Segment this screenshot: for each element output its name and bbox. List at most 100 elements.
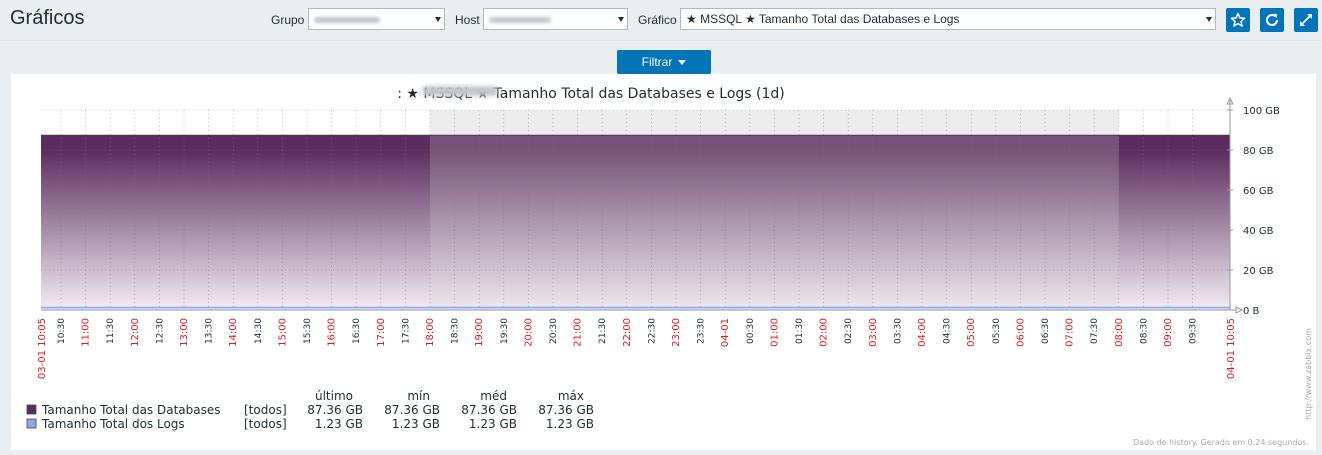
x-tick-label: 13:30	[205, 318, 215, 344]
fullscreen-button[interactable]	[1294, 8, 1318, 32]
graph-label: Gráfico	[638, 13, 677, 27]
legend-series-name: Tamanho Total dos Logs	[41, 417, 185, 431]
legend-value: 87.36 GB	[307, 403, 363, 417]
x-tick-label: 14:30	[254, 318, 264, 344]
side-text: http://www.zabbix.com	[1304, 328, 1313, 420]
x-tick-label: 23:00	[671, 318, 682, 347]
graph-select[interactable]: ★ MSSQL ★ Tamanho Total das Databases e …	[680, 8, 1216, 30]
x-tick-label: 09:30	[1189, 318, 1199, 344]
blurred-value	[489, 16, 551, 23]
x-tick-label: 00:30	[746, 318, 756, 344]
blurred-host-name	[422, 86, 498, 96]
host-select[interactable]	[483, 8, 628, 30]
x-tick-label: 07:00	[1065, 318, 1076, 347]
x-tick-label: 02:30	[844, 318, 854, 344]
group-label: Grupo	[271, 13, 305, 27]
chevron-down-icon	[435, 17, 441, 22]
y-tick-label: 20 GB	[1243, 266, 1274, 277]
star-icon	[1230, 12, 1246, 27]
x-tick-label: 03:00	[868, 318, 879, 347]
legend-value: 87.36 GB	[384, 403, 440, 417]
caret-down-icon	[678, 60, 687, 66]
chevron-down-icon	[618, 17, 624, 22]
footer-text: Dado de history. Gerado em 0.24 segundos…	[1133, 438, 1309, 447]
legend-series-func: [todos]	[244, 403, 287, 417]
group-select[interactable]	[308, 8, 445, 30]
y-tick-label: 40 GB	[1243, 226, 1274, 237]
graph-canvas: : ★ MSSQL ★ Tamanho Total das Databases …	[26, 86, 1313, 447]
x-tick-label: 12:00	[130, 318, 141, 347]
x-tick-label: 03:30	[893, 318, 903, 344]
x-tick-label: 13:00	[179, 318, 190, 347]
page-title: Gráficos	[10, 7, 85, 29]
legend-series-func: [todos]	[244, 417, 287, 431]
graph-panel: : ★ MSSQL ★ Tamanho Total das Databases …	[11, 74, 1316, 450]
legend-header: mín	[407, 389, 430, 403]
fullscreen-icon	[1300, 14, 1312, 26]
host-label: Host	[455, 13, 480, 27]
x-tick-label: 17:30	[401, 318, 411, 344]
x-tick-label: 11:30	[106, 318, 116, 344]
legend-value: 87.36 GB	[538, 403, 594, 417]
x-tick-label: 14:00	[228, 318, 239, 347]
x-tick-label: 21:30	[598, 318, 608, 344]
x-tick-label: 16:00	[327, 318, 338, 347]
x-tick-label: 19:00	[474, 318, 485, 347]
legend-series-name: Tamanho Total das Databases	[41, 403, 221, 417]
x-tick-label: 07:30	[1090, 318, 1100, 344]
x-axis-arrow-icon	[1235, 306, 1244, 314]
y-tick-label: 60 GB	[1243, 186, 1274, 197]
x-tick-label: 20:30	[549, 318, 559, 344]
x-tick-label: 18:00	[425, 318, 436, 347]
x-tick-label: 10:30	[57, 318, 67, 344]
legend-value: 1.23 GB	[469, 417, 517, 431]
x-tick-label: 12:30	[155, 318, 165, 344]
x-tick-label: 04-01	[720, 318, 731, 347]
x-tick-label: 05:30	[992, 318, 1002, 344]
page-header: Gráficos Grupo Host Gráfico ★ MSSQL ★ Ta…	[0, 0, 1322, 41]
y-tick-label: 80 GB	[1243, 146, 1274, 157]
y-tick-label: 0 B	[1243, 306, 1260, 317]
x-tick-label: 22:30	[647, 318, 657, 344]
x-tick-label: 06:00	[1015, 318, 1026, 347]
x-tick-label: 23:30	[697, 318, 707, 344]
x-tick-label: 08:00	[1114, 318, 1125, 347]
filter-toggle-button[interactable]: Filtrar	[617, 50, 711, 74]
x-tick-label: 02:00	[819, 318, 830, 347]
filter-button-label: Filtrar	[641, 55, 673, 69]
x-end-label: 04-01 10:05	[1226, 318, 1237, 379]
x-tick-label: 09:00	[1163, 318, 1174, 347]
x-tick-label: 16:30	[352, 318, 362, 344]
x-tick-label: 01:00	[769, 318, 780, 347]
x-tick-label: 04:00	[917, 318, 928, 347]
x-tick-label: 06:30	[1041, 318, 1051, 344]
chevron-down-icon	[1206, 17, 1212, 22]
x-start-label: 03-01 10:05	[37, 318, 48, 379]
x-tick-label: 17:00	[376, 318, 387, 347]
x-tick-label: 04:30	[943, 318, 953, 344]
legend-header: méd	[480, 389, 507, 403]
x-tick-label: 15:30	[303, 318, 313, 344]
x-tick-label: 11:00	[81, 318, 92, 347]
y-tick-label: 100 GB	[1243, 106, 1280, 117]
x-tick-label: 08:30	[1139, 318, 1149, 344]
graph-select-value: ★ MSSQL ★ Tamanho Total das Databases e …	[686, 12, 960, 26]
x-tick-label: 20:00	[523, 318, 534, 347]
legend-header: último	[315, 389, 353, 403]
refresh-button[interactable]	[1260, 8, 1284, 32]
x-tick-label: 05:00	[966, 318, 977, 347]
legend-value: 87.36 GB	[461, 403, 517, 417]
x-tick-label: 01:30	[795, 318, 805, 344]
blurred-value	[314, 16, 380, 23]
x-tick-label: 21:00	[573, 318, 584, 347]
legend-value: 1.23 GB	[392, 417, 440, 431]
legend-value: 1.23 GB	[315, 417, 363, 431]
refresh-icon	[1266, 13, 1279, 26]
x-tick-label: 19:30	[500, 318, 510, 344]
favourite-button[interactable]	[1226, 8, 1250, 32]
x-tick-label: 15:00	[277, 318, 288, 347]
x-tick-label: 18:30	[451, 318, 461, 344]
legend-header: máx	[558, 389, 584, 403]
legend-value: 1.23 GB	[546, 417, 594, 431]
legend-swatch	[26, 404, 37, 415]
